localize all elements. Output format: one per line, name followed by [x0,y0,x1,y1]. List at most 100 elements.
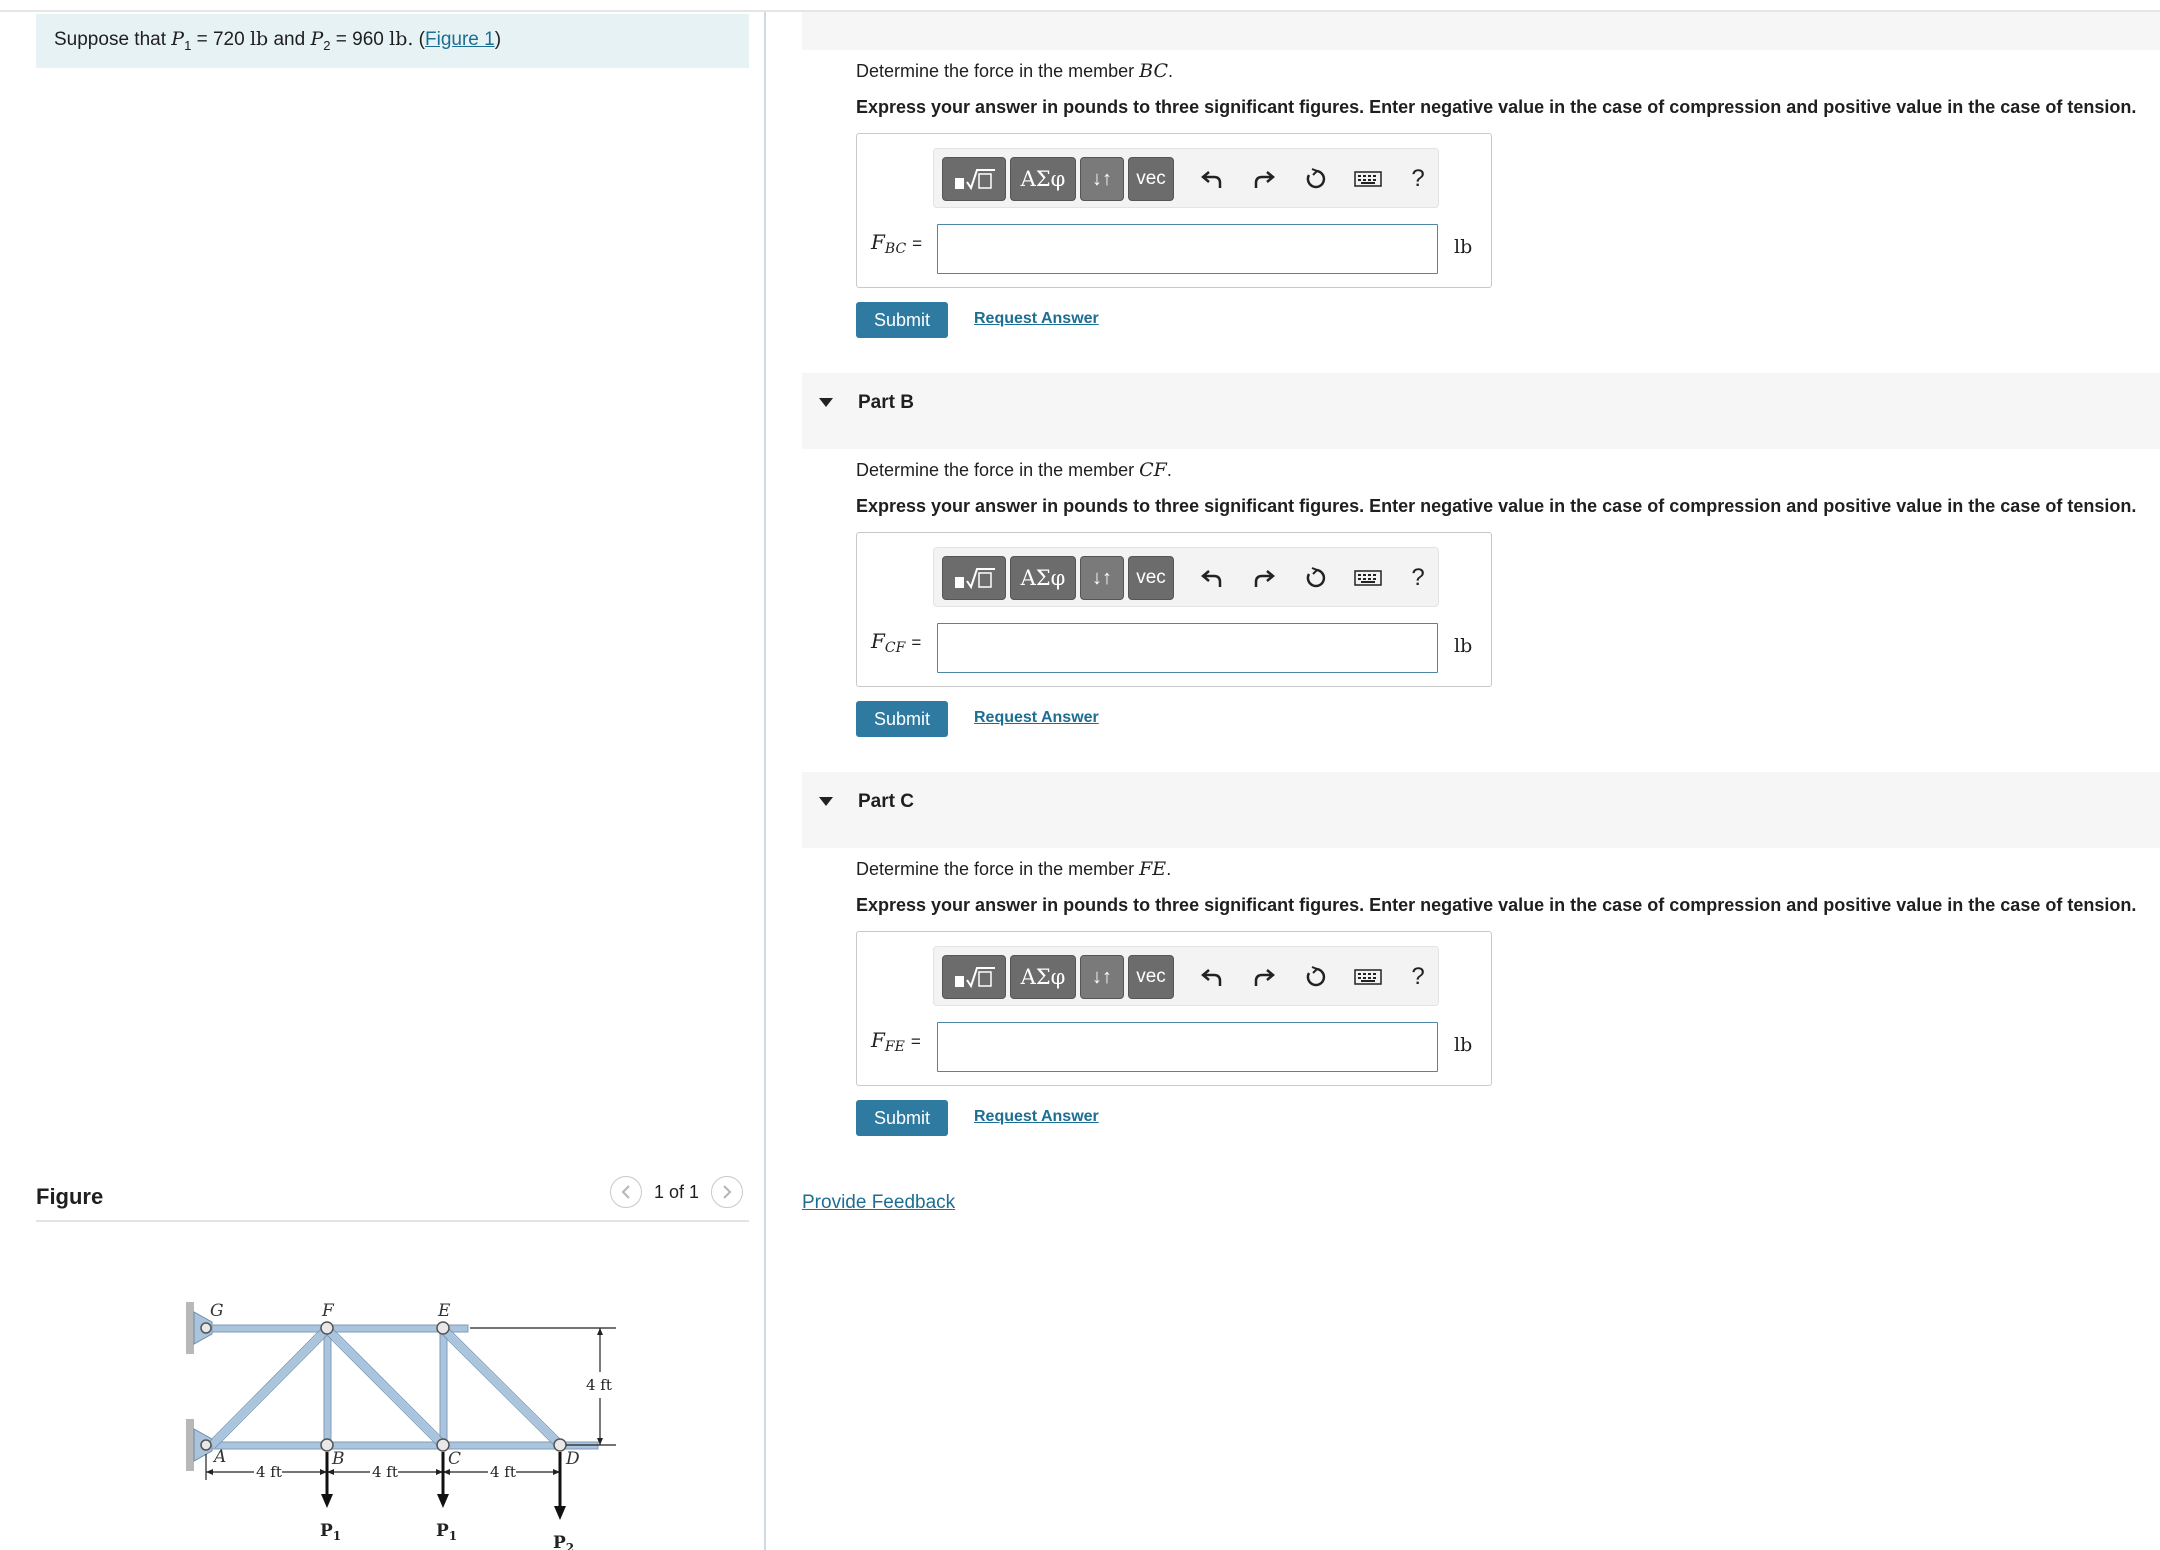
and-text: and [268,29,311,50]
part-a-answer-box: ΑΣφ ↓↑ vec ? FBC = lb [856,133,1492,288]
figure-title: Figure [36,1184,104,1209]
joint-label-a: A [212,1447,226,1467]
joint-label-e: E [437,1301,451,1321]
keyboard-icon[interactable] [1350,161,1386,197]
fraction-sqrt-icon[interactable] [942,955,1006,999]
member-fc [324,1326,446,1448]
part-a-submit-button[interactable]: Submit [856,302,948,338]
pin-d [553,1438,567,1452]
part-b-request-answer-link[interactable]: Request Answer [974,709,1099,727]
part-c-question-prefix: Determine the force in the member [856,859,1140,879]
wall-support-g [186,1302,194,1354]
load-label-d: P [553,1533,566,1550]
part-b-unit: lb [1454,635,1473,657]
part-c-request-answer-link[interactable]: Request Answer [974,1108,1099,1126]
part-b-title[interactable]: Part B [858,392,914,414]
wall-support-a [186,1419,194,1471]
part-c-question: Determine the force in the member FE. [856,858,1171,880]
part-b-answer-input[interactable] [937,623,1438,673]
joint-label-d: D [565,1449,580,1469]
keyboard-icon[interactable] [1350,959,1386,995]
arrows-button[interactable]: ↓↑ [1080,955,1124,999]
joint-label-c: C [448,1449,461,1469]
chevron-right-icon[interactable] [711,1176,744,1208]
dim-label-bc: 4 ft [372,1463,398,1481]
load-label-b: P [320,1521,333,1541]
part-c-submit-button[interactable]: Submit [856,1100,948,1136]
problem-statement: Suppose that P1 = 720 lb and P2 = 960 lb… [36,14,749,68]
load-sub-d: 2 [566,1541,574,1550]
fraction-sqrt-icon[interactable] [942,157,1006,201]
part-c-caret-icon[interactable] [819,797,833,806]
part-c-answer-box: ΑΣφ ↓↑ vec ? FFE = lb [856,931,1492,1086]
part-a-member: BC [1139,60,1168,82]
part-a-answer-input[interactable] [937,224,1438,274]
part-c-member: FE [1139,858,1167,880]
vec-button[interactable]: vec [1128,157,1174,201]
undo-icon[interactable] [1194,161,1230,197]
greek-symbols-button[interactable]: ΑΣφ [1010,955,1076,999]
arrows-button[interactable]: ↓↑ [1080,157,1124,201]
svg-text:P2: P2 [553,1533,574,1550]
keyboard-icon[interactable] [1350,560,1386,596]
pager-text: 1 of 1 [654,1181,700,1202]
part-c-instructions: Express your answer in pounds to three s… [856,895,2137,915]
undo-icon[interactable] [1194,959,1230,995]
part-a-unit: lb [1454,236,1473,258]
part-b-header[interactable] [802,373,2160,449]
part-c-answer-input[interactable] [937,1022,1438,1072]
arrows-button[interactable]: ↓↑ [1080,556,1124,600]
part-c-unit: lb [1454,1034,1473,1056]
greek-symbols-button[interactable]: ΑΣφ [1010,157,1076,201]
help-button[interactable]: ? [1400,959,1436,995]
provide-feedback-link[interactable]: Provide Feedback [802,1192,955,1214]
pin-e [436,1321,450,1335]
right-panel: Determine the force in the member BC. Ex… [802,12,2160,1550]
math-toolbar: ΑΣφ ↓↑ vec ? [933,946,1439,1006]
reset-icon[interactable] [1298,959,1334,995]
redo-icon[interactable] [1246,959,1282,995]
p2-unit: lb. [389,28,414,50]
part-b-submit-button[interactable]: Submit [856,701,948,737]
math-toolbar: ΑΣφ ↓↑ vec ? [933,547,1439,607]
member-ed [440,1326,563,1448]
pin-g [200,1322,212,1334]
part-c-title[interactable]: Part C [858,791,914,813]
dimension-lines [205,1327,616,1480]
part-c-question-suffix: . [1166,859,1172,879]
chevron-left-icon[interactable] [610,1176,642,1208]
part-b-caret-icon[interactable] [819,398,833,407]
reset-icon[interactable] [1298,161,1334,197]
help-button[interactable]: ? [1400,161,1436,197]
figure-link-close: ) [494,29,502,50]
load-label-c: P [436,1521,449,1541]
vec-button[interactable]: vec [1128,955,1174,999]
svg-text:P1: P1 [320,1521,341,1543]
part-a-instructions: Express your answer in pounds to three s… [856,97,2137,117]
redo-icon[interactable] [1246,560,1282,596]
dim-label-height: 4 ft [586,1376,612,1394]
vec-button[interactable]: vec [1128,556,1174,600]
pin-a [200,1439,212,1451]
part-b-question: Determine the force in the member CF. [856,459,1172,481]
part-c-header[interactable] [802,772,2160,848]
member-ad [211,1441,599,1450]
reset-icon[interactable] [1298,560,1334,596]
figure-pager: 1 of 1 [610,1176,744,1208]
truss-figure: G F E A B C D 4 ft 4 ft 4 ft 4 ft P1 P1 … [186,1301,616,1550]
part-a-header [802,12,2160,50]
p2-value: = 960 [330,29,390,50]
help-button[interactable]: ? [1400,560,1436,596]
left-panel: Suppose that P1 = 720 lb and P2 = 960 lb… [0,12,766,1550]
redo-icon[interactable] [1246,161,1282,197]
fraction-sqrt-icon[interactable] [942,556,1006,600]
figure-link[interactable]: Figure 1 [425,29,495,50]
greek-symbols-button[interactable]: ΑΣφ [1010,556,1076,600]
member-ec [439,1327,448,1447]
p2-symbol: P [310,28,324,50]
figure-link-open: ( [413,29,426,50]
undo-icon[interactable] [1194,560,1230,596]
part-a-request-answer-link[interactable]: Request Answer [974,310,1099,328]
part-c-variable-label: FFE = [871,1028,921,1055]
load-sub-b: 1 [333,1529,341,1543]
